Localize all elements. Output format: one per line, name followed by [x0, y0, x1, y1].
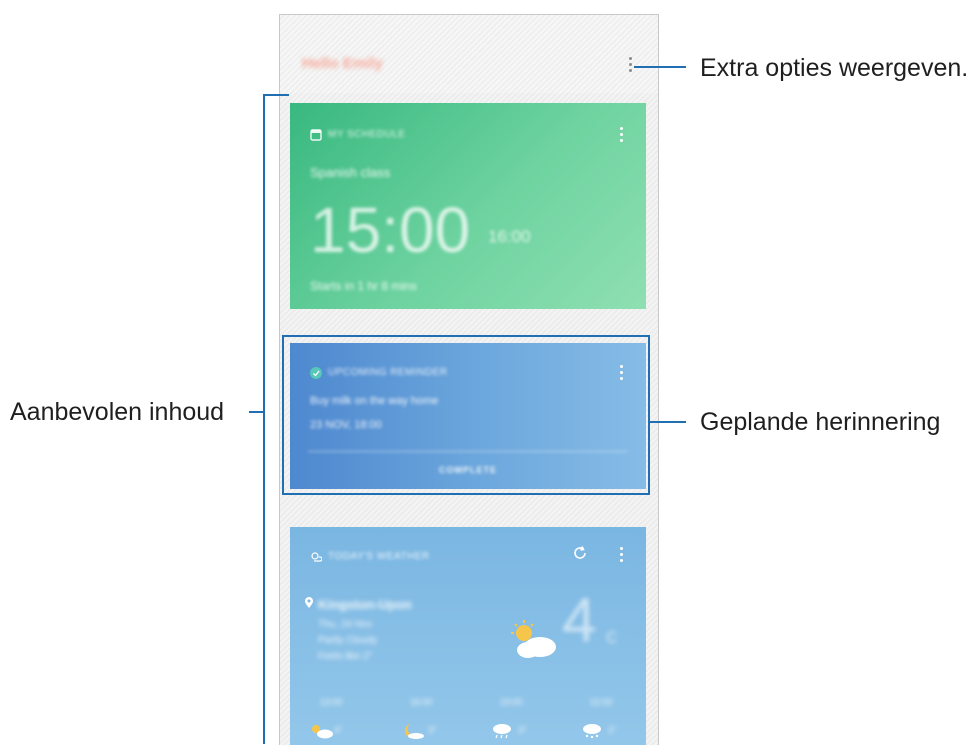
forecast-time: 22:00 [590, 697, 613, 707]
refresh-icon[interactable] [572, 545, 588, 561]
callout-scheduled-reminder: Geplande herinnering [700, 408, 941, 436]
location-pin-icon [305, 597, 313, 608]
recommended-bracket [263, 94, 265, 744]
callout-more-options: Extra opties weergeven. [700, 54, 969, 82]
moon-icon [404, 724, 424, 739]
card-category: MY SCHEDULE [328, 129, 406, 140]
weather-location: Kingston-Upon [318, 597, 412, 612]
more-options-icon[interactable] [628, 57, 632, 75]
greeting-title: Hello Emily [302, 55, 383, 72]
calendar-icon [310, 129, 322, 141]
weather-feels-like: Feels like 2° [318, 651, 373, 662]
schedule-card[interactable]: MY SCHEDULE Spanish class 15:00 16:00 St… [290, 103, 646, 309]
callout-recommended-content: Aanbevolen inhoud [10, 398, 225, 426]
partly-sunny-icon [312, 725, 333, 739]
card-more-icon[interactable] [619, 547, 623, 565]
current-temperature: 4 [562, 586, 597, 655]
partly-sunny-large-icon [511, 620, 556, 658]
end-time: 16:00 [488, 227, 531, 246]
recommended-bracket-top [263, 94, 289, 96]
reminder-highlight-frame [282, 335, 650, 495]
snow-cloud-icon [583, 724, 601, 739]
card-more-icon[interactable] [619, 127, 623, 145]
forecast-time: 19:00 [500, 697, 523, 707]
callout-line-reminder [650, 421, 686, 423]
header-bar: Hello Emily [280, 15, 658, 93]
callout-line-recommended [249, 411, 263, 413]
temperature-unit: c [606, 623, 617, 648]
rain-cloud-icon [493, 724, 511, 739]
event-note: Starts in 1 hr 8 mins [310, 279, 417, 293]
forecast-time: 13:00 [320, 697, 343, 707]
start-time: 15:00 [310, 194, 471, 266]
weather-date: Thu, 24 Nov [318, 619, 373, 630]
event-title: Spanish class [310, 165, 391, 180]
card-category: TODAY'S WEATHER [328, 551, 430, 562]
weather-icon [311, 552, 322, 562]
callout-line-more-options [634, 66, 686, 68]
weather-condition: Partly Cloudy [318, 635, 378, 646]
forecast-time: 16:00 [410, 697, 433, 707]
weather-card[interactable]: TODAY'S WEATHER Kingston-Upon Thu, 24 No… [290, 527, 646, 745]
